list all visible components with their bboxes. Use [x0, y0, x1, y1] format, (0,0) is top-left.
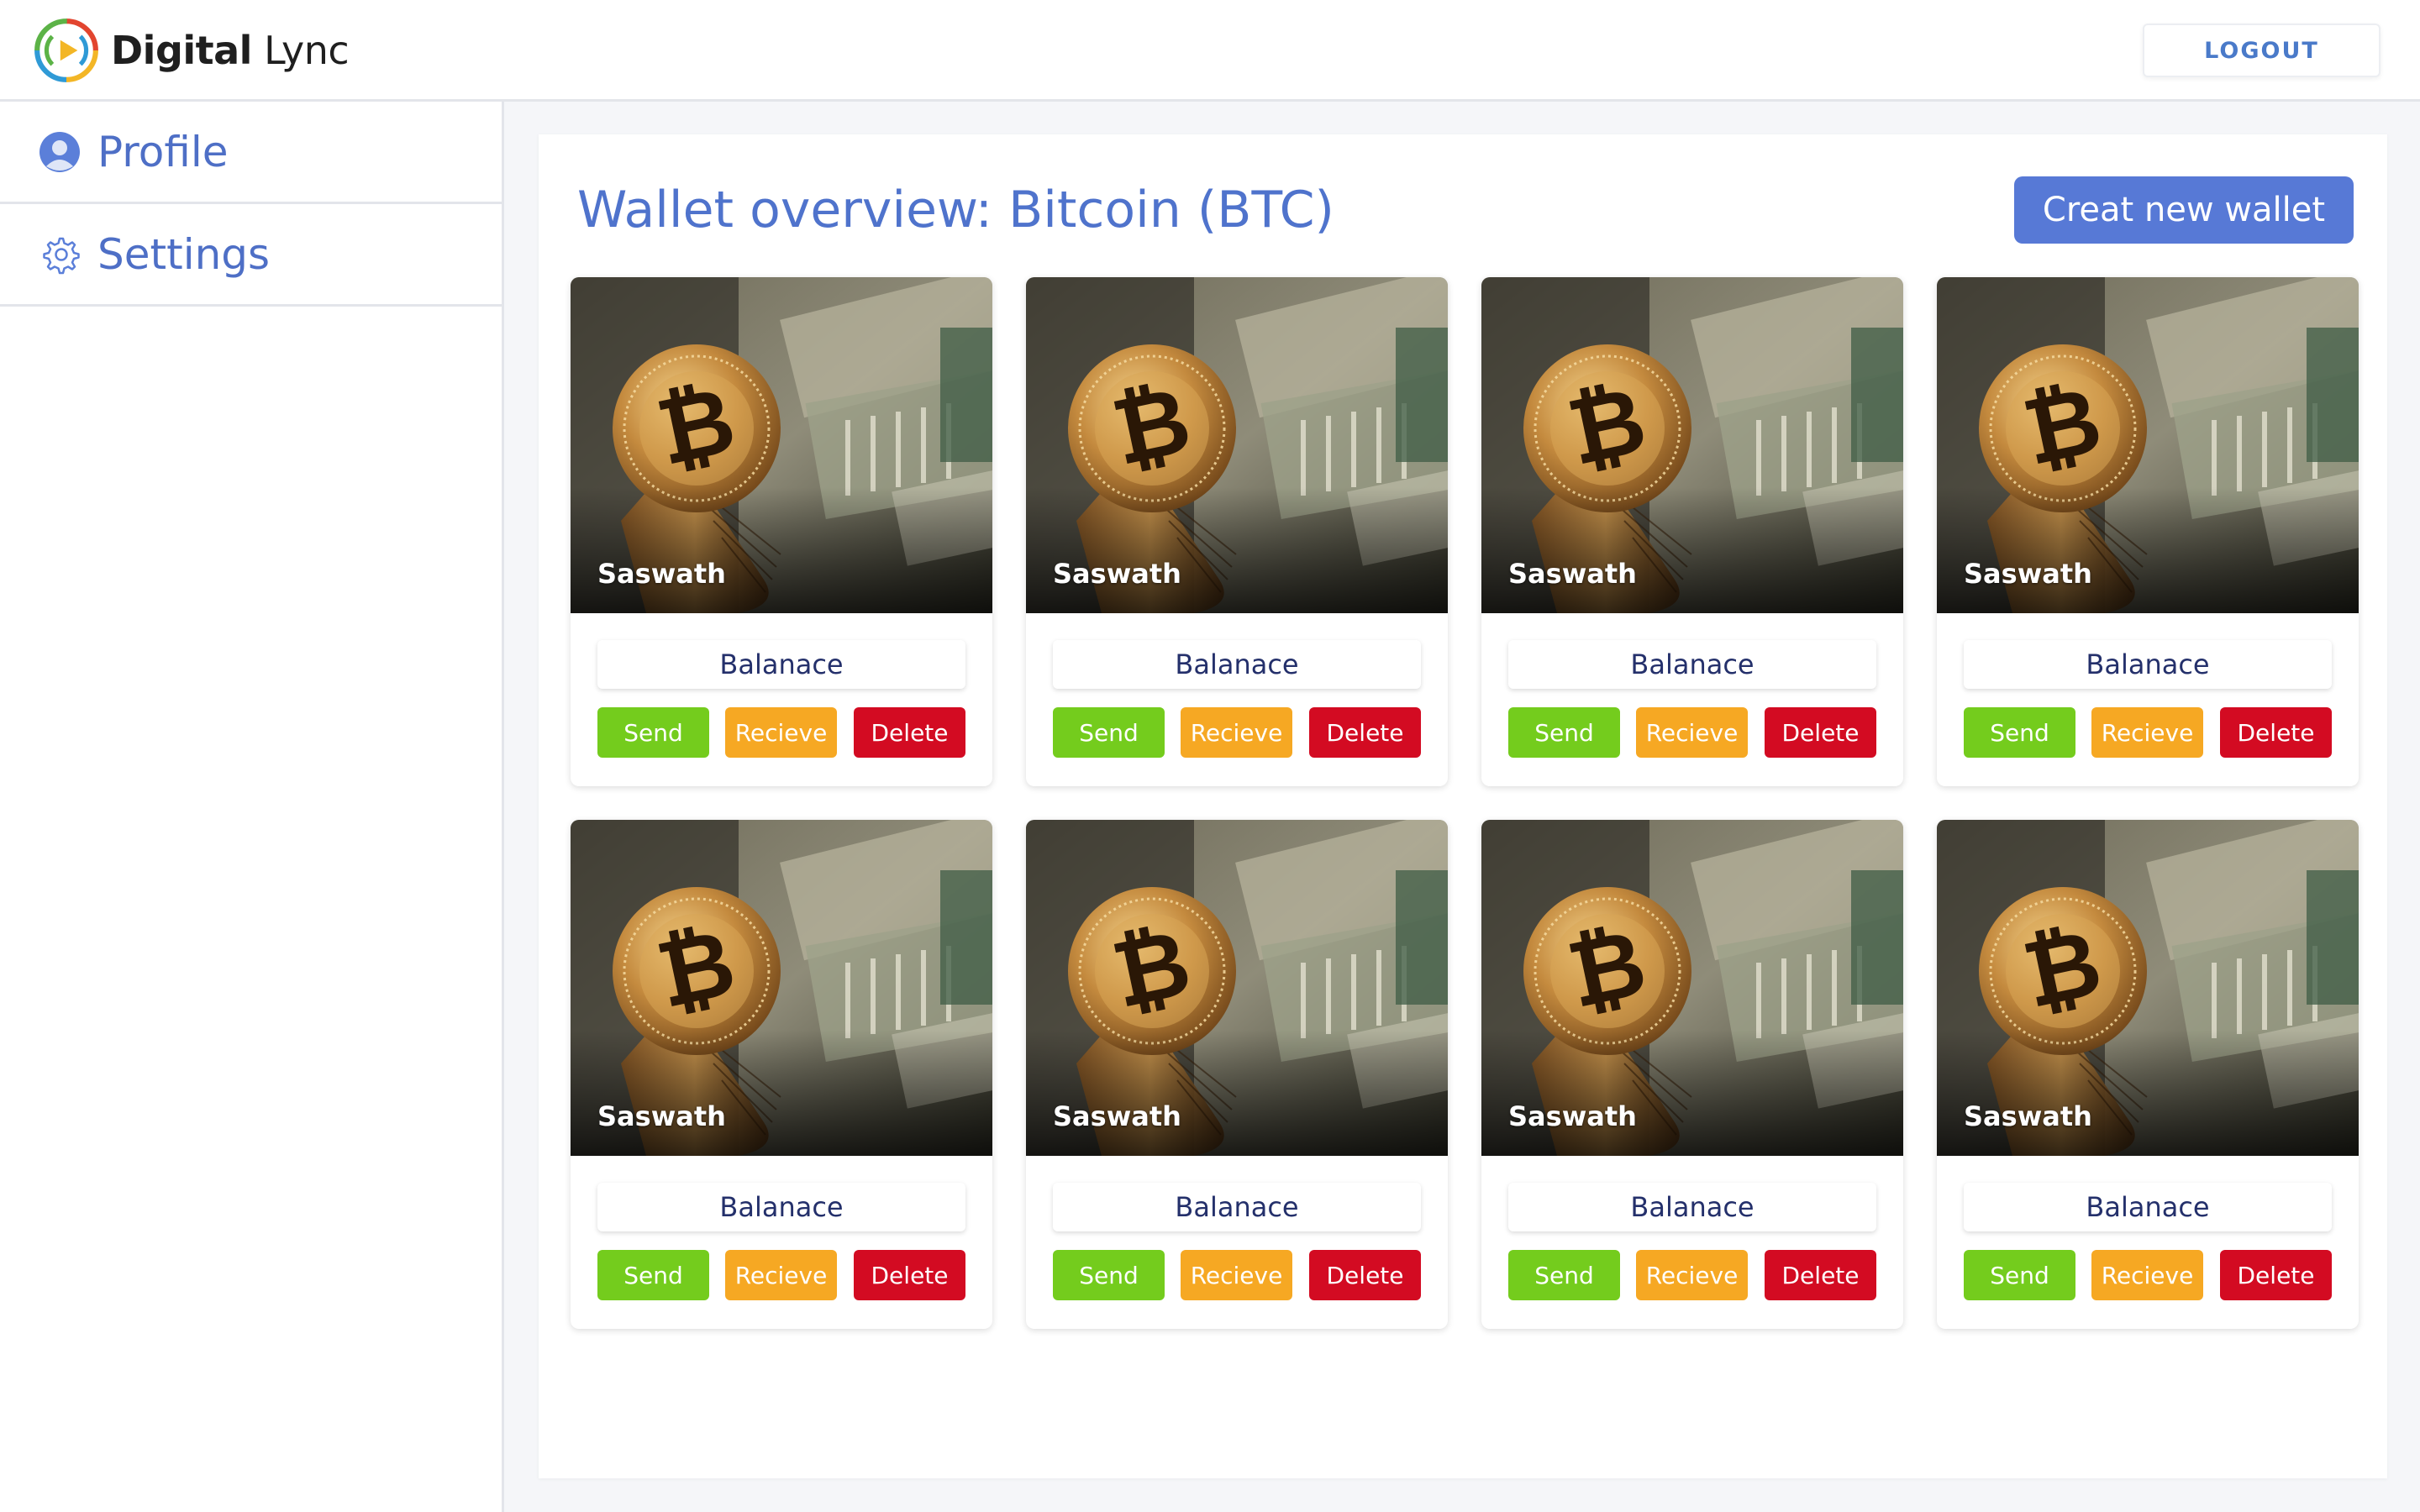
- foliage-right: [940, 870, 992, 1005]
- send-button[interactable]: Send: [1053, 707, 1165, 758]
- foliage-right: [2307, 870, 2359, 1005]
- delete-button[interactable]: Delete: [2220, 1250, 2332, 1300]
- wallet-owner-name: Saswath: [597, 1100, 726, 1132]
- wallet-owner-name: Saswath: [1508, 558, 1637, 590]
- bottom-shade: [571, 1030, 992, 1156]
- wallet-card: ₿ Saswath Balanace Send Recieve Delete: [1026, 277, 1448, 786]
- delete-button[interactable]: Delete: [1309, 1250, 1421, 1300]
- delete-button[interactable]: Delete: [854, 707, 965, 758]
- receive-button[interactable]: Recieve: [725, 707, 837, 758]
- receive-button[interactable]: Recieve: [1181, 1250, 1292, 1300]
- delete-button[interactable]: Delete: [1309, 707, 1421, 758]
- wallet-card: ₿ Saswath Balanace Send Recieve Delete: [1481, 277, 1903, 786]
- wallet-owner-name: Saswath: [1964, 1100, 2092, 1132]
- sidebar-item-profile[interactable]: Profile: [0, 102, 502, 204]
- gear-icon: [37, 232, 82, 277]
- balance-button[interactable]: Balanace: [597, 1183, 965, 1231]
- receive-button[interactable]: Recieve: [2091, 707, 2203, 758]
- brand-name-bold: Digital: [111, 28, 252, 73]
- wallet-panel: Wallet overview: Bitcoin (BTC) Creat new…: [539, 134, 2387, 1478]
- bottom-shade: [1026, 1030, 1448, 1156]
- brand-logo[interactable]: Digital Lync: [32, 15, 350, 86]
- delete-button[interactable]: Delete: [1765, 1250, 1876, 1300]
- delete-button[interactable]: Delete: [2220, 707, 2332, 758]
- wallet-card: ₿ Saswath Balanace Send Recieve Delete: [571, 277, 992, 786]
- wallet-owner-name: Saswath: [1964, 558, 2092, 590]
- wallet-card: ₿ Saswath Balanace Send Recieve Delete: [1026, 820, 1448, 1329]
- sidebar-item-label: Profile: [97, 127, 229, 176]
- balance-button[interactable]: Balanace: [1964, 640, 2332, 689]
- wallet-card: ₿ Saswath Balanace Send Recieve Delete: [1937, 277, 2359, 786]
- wallet-owner-name: Saswath: [1053, 558, 1181, 590]
- balance-button[interactable]: Balanace: [1964, 1183, 2332, 1231]
- foliage-right: [1851, 328, 1903, 462]
- send-button[interactable]: Send: [1964, 1250, 2075, 1300]
- delete-button[interactable]: Delete: [854, 1250, 965, 1300]
- digital-lync-logo-icon: [34, 18, 98, 82]
- bottom-shade: [1937, 1030, 2359, 1156]
- foliage-right: [1396, 328, 1448, 462]
- send-button[interactable]: Send: [597, 707, 709, 758]
- sidebar-item-label: Settings: [97, 229, 271, 279]
- balance-button[interactable]: Balanace: [597, 640, 965, 689]
- bottom-shade: [1481, 1030, 1903, 1156]
- sidebar: Profile Settings: [0, 102, 504, 1512]
- receive-button[interactable]: Recieve: [1636, 1250, 1748, 1300]
- send-button[interactable]: Send: [1053, 1250, 1165, 1300]
- wallet-owner-name: Saswath: [1508, 1100, 1637, 1132]
- receive-button[interactable]: Recieve: [1636, 707, 1748, 758]
- wallet-owner-name: Saswath: [597, 558, 726, 590]
- logout-button[interactable]: LOGOUT: [2143, 24, 2381, 77]
- wallet-owner-name: Saswath: [1053, 1100, 1181, 1132]
- send-button[interactable]: Send: [597, 1250, 709, 1300]
- wallet-card: ₿ Saswath Balanace Send Recieve Delete: [1937, 820, 2359, 1329]
- user-avatar-icon: [37, 129, 82, 175]
- sidebar-item-settings[interactable]: Settings: [0, 204, 502, 307]
- wallet-card: ₿ Saswath Balanace Send Recieve Delete: [1481, 820, 1903, 1329]
- receive-button[interactable]: Recieve: [2091, 1250, 2203, 1300]
- send-button[interactable]: Send: [1508, 707, 1620, 758]
- balance-button[interactable]: Balanace: [1053, 1183, 1421, 1231]
- bottom-shade: [1026, 487, 1448, 613]
- send-button[interactable]: Send: [1508, 1250, 1620, 1300]
- bottom-shade: [1937, 487, 2359, 613]
- bottom-shade: [571, 487, 992, 613]
- send-button[interactable]: Send: [1964, 707, 2075, 758]
- page-title: Wallet overview: Bitcoin (BTC): [577, 181, 1334, 239]
- balance-button[interactable]: Balanace: [1053, 640, 1421, 689]
- foliage-right: [1396, 870, 1448, 1005]
- balance-button[interactable]: Balanace: [1508, 1183, 1876, 1231]
- top-header: Digital Lync LOGOUT: [0, 0, 2420, 102]
- foliage-right: [940, 328, 992, 462]
- create-wallet-button[interactable]: Creat new wallet: [2014, 176, 2354, 244]
- foliage-right: [2307, 328, 2359, 462]
- brand-name-light: Lync: [251, 28, 350, 73]
- brand-name: Digital Lync: [111, 28, 350, 73]
- receive-button[interactable]: Recieve: [1181, 707, 1292, 758]
- balance-button[interactable]: Balanace: [1508, 640, 1876, 689]
- bottom-shade: [1481, 487, 1903, 613]
- receive-button[interactable]: Recieve: [725, 1250, 837, 1300]
- foliage-right: [1851, 870, 1903, 1005]
- delete-button[interactable]: Delete: [1765, 707, 1876, 758]
- wallet-card: ₿ Saswath Balanace Send Recieve Delete: [571, 820, 992, 1329]
